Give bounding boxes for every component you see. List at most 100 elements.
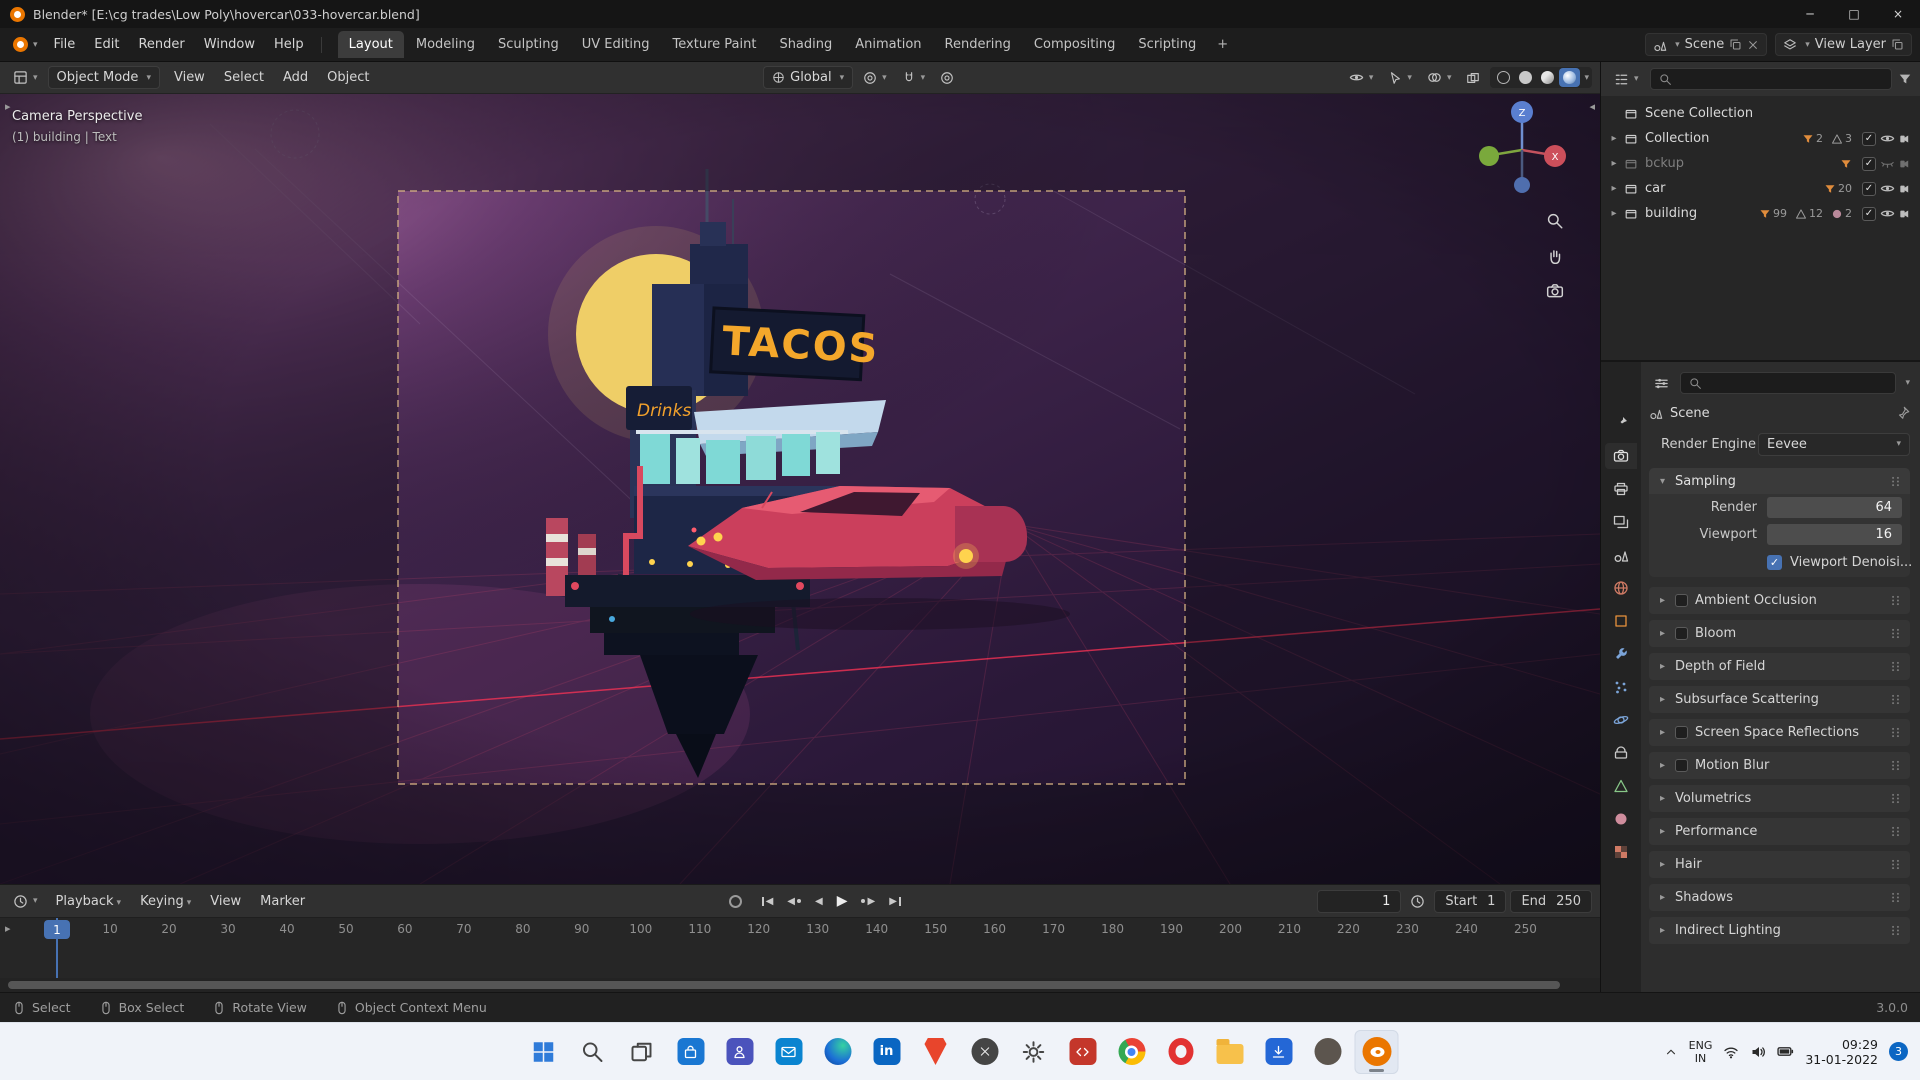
workspace-tab-scripting[interactable]: Scripting bbox=[1127, 31, 1207, 58]
edge-icon[interactable] bbox=[816, 1030, 860, 1074]
editor-type-button[interactable]: ▾ bbox=[8, 67, 43, 88]
preview-range-toggle[interactable] bbox=[1405, 891, 1430, 912]
chrome-icon[interactable] bbox=[1110, 1030, 1154, 1074]
outliner-row-scene-collection[interactable]: Scene Collection bbox=[1601, 101, 1920, 126]
outliner-row-building[interactable]: ▸ building 99 12 2 ✓ bbox=[1601, 201, 1920, 226]
pivot-point-button[interactable]: ▾ bbox=[858, 68, 892, 88]
navigation-gizmo[interactable]: Z X bbox=[1470, 98, 1574, 202]
properties-options-arrow[interactable]: ▾ bbox=[1905, 378, 1910, 388]
properties-tab-constraints[interactable] bbox=[1605, 740, 1637, 766]
workspace-tab-animation[interactable]: Animation bbox=[844, 31, 932, 58]
volume-icon[interactable] bbox=[1750, 1044, 1766, 1060]
gizmo-y-axis[interactable] bbox=[1479, 146, 1499, 166]
drag-handle-icon[interactable] bbox=[1889, 594, 1902, 607]
drag-handle-icon[interactable] bbox=[1889, 627, 1902, 640]
new-scene-icon[interactable] bbox=[1729, 38, 1742, 51]
section-screen-space-reflections[interactable]: ▸ Screen Space Reflections bbox=[1649, 719, 1910, 746]
download-app-icon[interactable] bbox=[1257, 1030, 1301, 1074]
scrollbar-thumb[interactable] bbox=[8, 981, 1561, 989]
opera-icon[interactable] bbox=[1159, 1030, 1203, 1074]
number-field[interactable]: 64 bbox=[1767, 497, 1902, 518]
jump-to-end-button[interactable]: ▶ bbox=[883, 892, 907, 911]
section-hair[interactable]: ▸ Hair bbox=[1649, 851, 1910, 878]
properties-tab-render[interactable] bbox=[1605, 443, 1637, 469]
xbox-icon[interactable] bbox=[963, 1030, 1007, 1074]
blender-icon[interactable] bbox=[1354, 1029, 1399, 1074]
section-checkbox[interactable] bbox=[1675, 627, 1688, 640]
view-layer-selector[interactable]: ▾ View Layer bbox=[1775, 33, 1912, 56]
notification-badge[interactable]: 3 bbox=[1889, 1042, 1908, 1061]
settings-icon[interactable] bbox=[1012, 1030, 1056, 1074]
render-visibility-camera-icon[interactable] bbox=[1899, 182, 1913, 196]
mail-icon[interactable] bbox=[767, 1030, 811, 1074]
include-checkbox[interactable]: ✓ bbox=[1862, 206, 1876, 221]
gizmo-minus-z-axis[interactable] bbox=[1514, 177, 1530, 193]
drag-handle-icon[interactable] bbox=[1889, 693, 1902, 706]
menu-window[interactable]: Window bbox=[195, 32, 264, 57]
viewport-menu-add[interactable]: Add bbox=[274, 65, 317, 90]
section-checkbox[interactable] bbox=[1675, 759, 1688, 772]
file-explorer-icon[interactable] bbox=[1208, 1030, 1252, 1074]
properties-tab-scene[interactable] bbox=[1605, 542, 1637, 568]
section-performance[interactable]: ▸ Performance bbox=[1649, 818, 1910, 845]
pan-hand-icon[interactable] bbox=[1546, 247, 1564, 265]
expand-arrow[interactable]: ▸ bbox=[1608, 208, 1620, 219]
clock[interactable]: 09:29 31-01-2022 bbox=[1805, 1037, 1878, 1067]
visibility-eye-icon[interactable] bbox=[1880, 181, 1895, 196]
drag-handle-icon[interactable] bbox=[1889, 475, 1902, 488]
battery-icon[interactable] bbox=[1777, 1043, 1794, 1060]
brave-icon[interactable] bbox=[914, 1030, 958, 1074]
render-engine-dropdown[interactable]: Eevee ▾ bbox=[1758, 432, 1910, 456]
drag-handle-icon[interactable] bbox=[1889, 759, 1902, 772]
drag-handle-icon[interactable] bbox=[1889, 792, 1902, 805]
section-ambient-occlusion[interactable]: ▸ Ambient Occlusion bbox=[1649, 587, 1910, 614]
code-app-icon[interactable] bbox=[1061, 1030, 1105, 1074]
minimize-button[interactable]: ─ bbox=[1788, 0, 1832, 28]
toolbar-expand-arrow[interactable]: ▸ bbox=[5, 100, 11, 113]
play-reverse-button[interactable]: ◀ bbox=[809, 892, 829, 911]
properties-tab-physics[interactable] bbox=[1605, 707, 1637, 733]
render-visibility-camera-icon[interactable] bbox=[1899, 207, 1913, 221]
menu-edit[interactable]: Edit bbox=[85, 32, 128, 57]
timeline-menu-marker[interactable]: Marker bbox=[251, 889, 314, 914]
timeline-menu-playback[interactable]: Playback ▾ bbox=[47, 889, 131, 914]
drag-handle-icon[interactable] bbox=[1889, 924, 1902, 937]
end-frame-field[interactable]: End 250 bbox=[1510, 889, 1592, 913]
timeline-scrollbar[interactable] bbox=[0, 978, 1600, 992]
outliner-row-car[interactable]: ▸ car 20 ✓ bbox=[1601, 176, 1920, 201]
properties-tab-modifiers[interactable] bbox=[1605, 641, 1637, 667]
blender-menu-button[interactable]: ▾ bbox=[8, 34, 43, 55]
denoise-checkbox[interactable]: ✓ bbox=[1767, 555, 1782, 570]
task-view-icon[interactable] bbox=[620, 1030, 664, 1074]
pin-icon[interactable] bbox=[1896, 406, 1910, 420]
menu-file[interactable]: File bbox=[45, 32, 85, 57]
viewport-canvas[interactable]: TACOS Drinks bbox=[0, 94, 1600, 884]
number-field[interactable]: 16 bbox=[1767, 524, 1902, 545]
expand-arrow[interactable]: ▸ bbox=[1657, 628, 1668, 639]
properties-tab-particles[interactable] bbox=[1605, 674, 1637, 700]
overlays-button[interactable]: ▾ bbox=[1422, 67, 1457, 88]
add-workspace-button[interactable]: + bbox=[1209, 31, 1236, 58]
workspace-tab-compositing[interactable]: Compositing bbox=[1023, 31, 1127, 58]
visibility-eye-icon[interactable] bbox=[1880, 131, 1895, 146]
properties-tab-texture[interactable] bbox=[1605, 839, 1637, 865]
transform-orientation-dropdown[interactable]: Global ▾ bbox=[763, 66, 854, 89]
auto-keying-toggle[interactable] bbox=[728, 894, 742, 908]
section-checkbox[interactable] bbox=[1675, 726, 1688, 739]
tray-expand-icon[interactable] bbox=[1664, 1045, 1678, 1059]
section-bloom[interactable]: ▸ Bloom bbox=[1649, 620, 1910, 647]
section-checkbox[interactable] bbox=[1675, 594, 1688, 607]
shading-solid-button[interactable] bbox=[1515, 68, 1536, 87]
expand-arrow[interactable]: ▸ bbox=[1608, 133, 1620, 144]
start-frame-field[interactable]: Start 1 bbox=[1434, 889, 1507, 913]
expand-arrow[interactable]: ▸ bbox=[1657, 925, 1668, 936]
current-frame-field[interactable]: 1 bbox=[1317, 889, 1402, 913]
zoom-icon[interactable] bbox=[1546, 212, 1564, 230]
shading-rendered-button[interactable] bbox=[1559, 68, 1581, 87]
drag-handle-icon[interactable] bbox=[1889, 660, 1902, 673]
shading-wireframe-button[interactable] bbox=[1493, 68, 1514, 87]
drag-handle-icon[interactable] bbox=[1889, 891, 1902, 904]
drag-handle-icon[interactable] bbox=[1889, 726, 1902, 739]
scene-selector[interactable]: ▾ Scene bbox=[1645, 33, 1768, 56]
expand-arrow[interactable]: ▸ bbox=[1608, 183, 1620, 194]
